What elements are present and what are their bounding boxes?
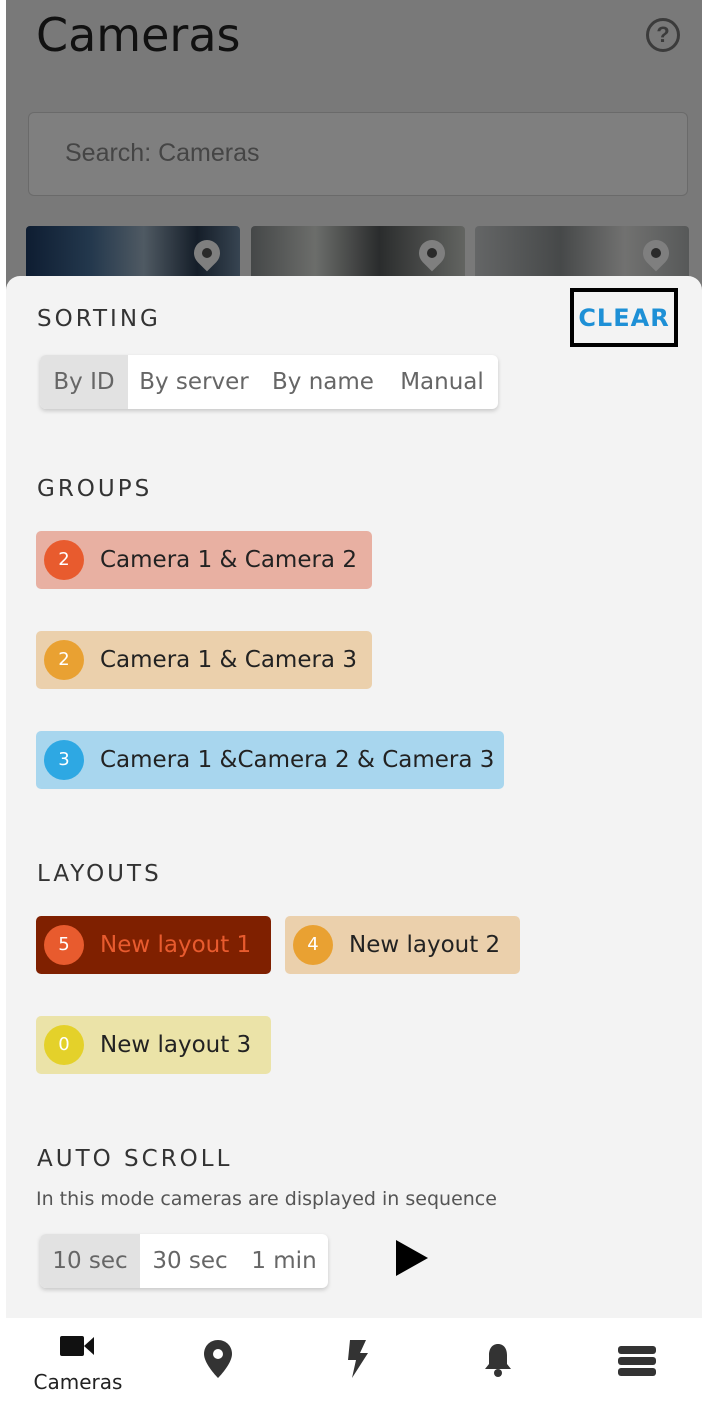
layout-chip[interactable]: 4 New layout 2 <box>285 916 520 974</box>
interval-option-30-sec[interactable]: 30 sec <box>140 1234 240 1288</box>
bell-icon <box>485 1344 511 1377</box>
layout-label: New layout 1 <box>100 932 252 958</box>
group-label: Camera 1 & Camera 3 <box>100 647 357 673</box>
bottom-navigation: Cameras <box>0 1318 702 1402</box>
video-camera-icon <box>60 1336 94 1356</box>
layout-count-badge: 4 <box>293 925 333 965</box>
layout-label: New layout 3 <box>100 1032 252 1058</box>
nav-item-servers[interactable] <box>600 1318 676 1402</box>
layout-chip[interactable]: 0 New layout 3 <box>36 1016 271 1074</box>
group-chip[interactable]: 3 Camera 1 &Camera 2 & Camera 3 <box>36 731 504 789</box>
group-chip[interactable]: 2 Camera 1 & Camera 2 <box>36 531 372 589</box>
group-count-badge: 3 <box>44 740 84 780</box>
layout-count-badge: 5 <box>44 925 84 965</box>
auto-scroll-interval-control: 10 sec 30 sec 1 min <box>40 1234 328 1288</box>
groups-title: GROUPS <box>37 476 153 502</box>
group-chip[interactable]: 2 Camera 1 & Camera 3 <box>36 631 372 689</box>
auto-scroll-hint: In this mode cameras are displayed in se… <box>36 1188 497 1210</box>
play-icon[interactable] <box>394 1238 430 1278</box>
layout-count-badge: 0 <box>44 1025 84 1065</box>
map-pin-icon <box>204 1340 232 1378</box>
layout-label: New layout 2 <box>349 932 501 958</box>
group-count-badge: 2 <box>44 540 84 580</box>
interval-option-1-min[interactable]: 1 min <box>240 1234 328 1288</box>
sorting-segmented-control: By ID By server By name Manual <box>40 355 498 409</box>
group-count-badge: 2 <box>44 640 84 680</box>
nav-item-map[interactable] <box>180 1318 256 1402</box>
sort-option-by-server[interactable]: By server <box>128 355 260 409</box>
sort-option-by-id[interactable]: By ID <box>40 355 128 409</box>
sort-option-by-name[interactable]: By name <box>260 355 386 409</box>
filter-sheet: SORTING CLEAR By ID By server By name Ma… <box>6 276 702 1318</box>
group-label: Camera 1 &Camera 2 & Camera 3 <box>100 747 495 773</box>
auto-scroll-title: AUTO SCROLL <box>37 1146 233 1172</box>
nav-item-notifications[interactable] <box>460 1318 536 1402</box>
group-label: Camera 1 & Camera 2 <box>100 547 357 573</box>
server-stack-icon <box>618 1346 656 1376</box>
nav-label-cameras: Cameras <box>33 1370 123 1394</box>
sort-option-manual[interactable]: Manual <box>386 355 498 409</box>
layout-chip-selected[interactable]: 5 New layout 1 <box>36 916 271 974</box>
clear-button[interactable]: CLEAR <box>570 288 678 347</box>
layouts-title: LAYOUTS <box>37 861 162 887</box>
nav-item-cameras[interactable]: Cameras <box>24 1318 132 1402</box>
nav-item-events[interactable] <box>320 1318 396 1402</box>
sorting-title: SORTING <box>37 306 161 332</box>
lightning-icon <box>348 1340 368 1378</box>
interval-option-10-sec[interactable]: 10 sec <box>40 1234 140 1288</box>
